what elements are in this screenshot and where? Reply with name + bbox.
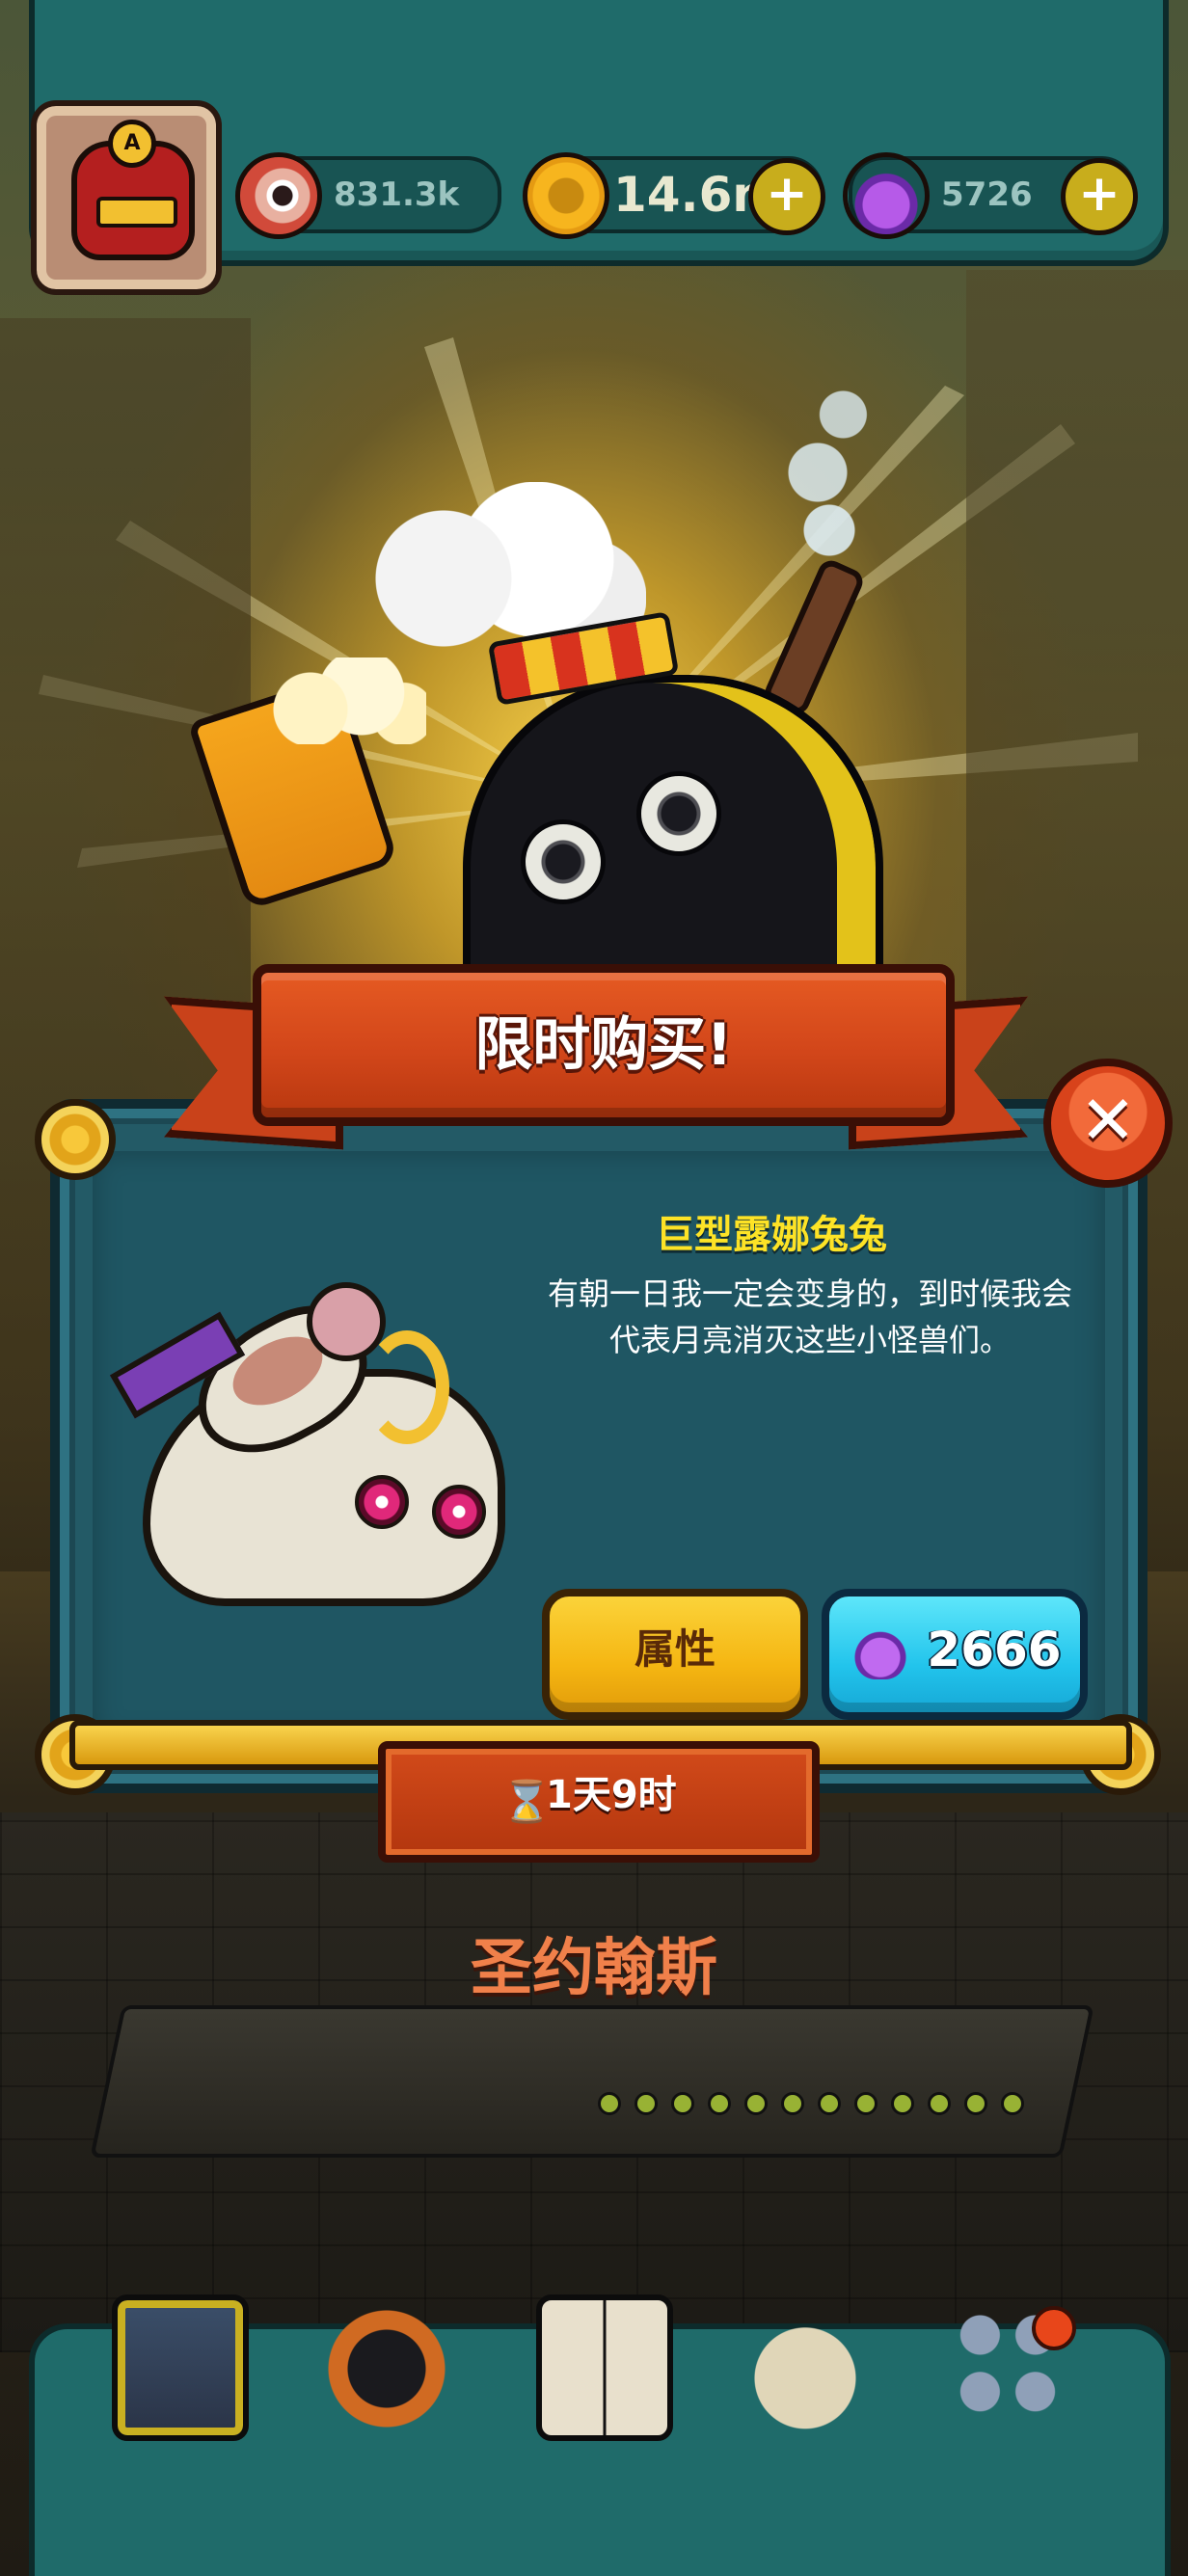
panel-corner-ornament bbox=[35, 1099, 116, 1180]
giant-luna-rabbit-image bbox=[109, 1282, 509, 1606]
beer-foam bbox=[272, 657, 426, 744]
money-bag-icon bbox=[742, 2294, 868, 2429]
eyes-counter: 831.3k bbox=[235, 152, 501, 239]
gold-coin-icon bbox=[523, 152, 609, 239]
offer-banner: 限时购买! bbox=[253, 964, 955, 1126]
player-avatar[interactable]: A bbox=[31, 100, 222, 295]
close-button[interactable]: ✕ bbox=[1043, 1059, 1173, 1188]
location-name: 圣约翰斯 bbox=[471, 1933, 717, 2004]
purple-potion-icon bbox=[843, 152, 930, 239]
monster-icon bbox=[324, 2294, 449, 2429]
monster-eye-left bbox=[521, 819, 606, 904]
rabbit-eye-right bbox=[432, 1485, 486, 1539]
offer-title: 限时购买! bbox=[474, 1011, 733, 1079]
avatar-teeth bbox=[96, 197, 177, 228]
notification-dot bbox=[1032, 2306, 1076, 2350]
add-coins-button[interactable]: + bbox=[748, 158, 825, 235]
potions-counter: 5726 + bbox=[843, 152, 1138, 239]
crescent-moon-icon bbox=[364, 1330, 449, 1444]
item-description: 有朝一日我一定会变身的，到时候我会代表月亮消灭这些小怪兽们。 bbox=[547, 1275, 1072, 1358]
hourglass-icon: ⌛ bbox=[501, 1778, 553, 1825]
rabbit-eye-left bbox=[355, 1475, 409, 1529]
buy-button[interactable]: 2666 bbox=[822, 1589, 1088, 1720]
rabbit-rider bbox=[307, 1282, 386, 1361]
close-icon: ✕ bbox=[1079, 1081, 1137, 1160]
purple-potion-icon bbox=[854, 1622, 906, 1679]
nav-shop[interactable] bbox=[112, 2294, 249, 2441]
item-name: 巨型露娜兔兔 bbox=[656, 1213, 887, 1257]
nav-monsters[interactable] bbox=[324, 2294, 449, 2429]
nav-book[interactable] bbox=[536, 2294, 673, 2441]
coins-counter: 14.6m + bbox=[523, 152, 825, 239]
add-potions-button[interactable]: + bbox=[1061, 158, 1138, 235]
stone-platform bbox=[90, 2005, 1094, 2158]
price-label: 2666 bbox=[927, 1622, 1062, 1677]
platform-lights bbox=[598, 2092, 1138, 2131]
book-icon bbox=[536, 2294, 673, 2441]
cigar-smoke bbox=[771, 376, 887, 569]
eyeball-icon bbox=[235, 152, 322, 239]
monster-eye-right bbox=[636, 771, 721, 856]
shop-icon bbox=[112, 2294, 249, 2441]
attributes-button[interactable]: 属性 bbox=[542, 1589, 808, 1720]
avatar-rank-badge: A bbox=[108, 120, 156, 168]
nav-money-bag[interactable] bbox=[742, 2294, 868, 2429]
eyes-value: 831.3k bbox=[334, 175, 460, 214]
timer-text: 1天9时 bbox=[546, 1773, 677, 1817]
offer-timer: ⌛ 1天9时 bbox=[378, 1741, 820, 1863]
